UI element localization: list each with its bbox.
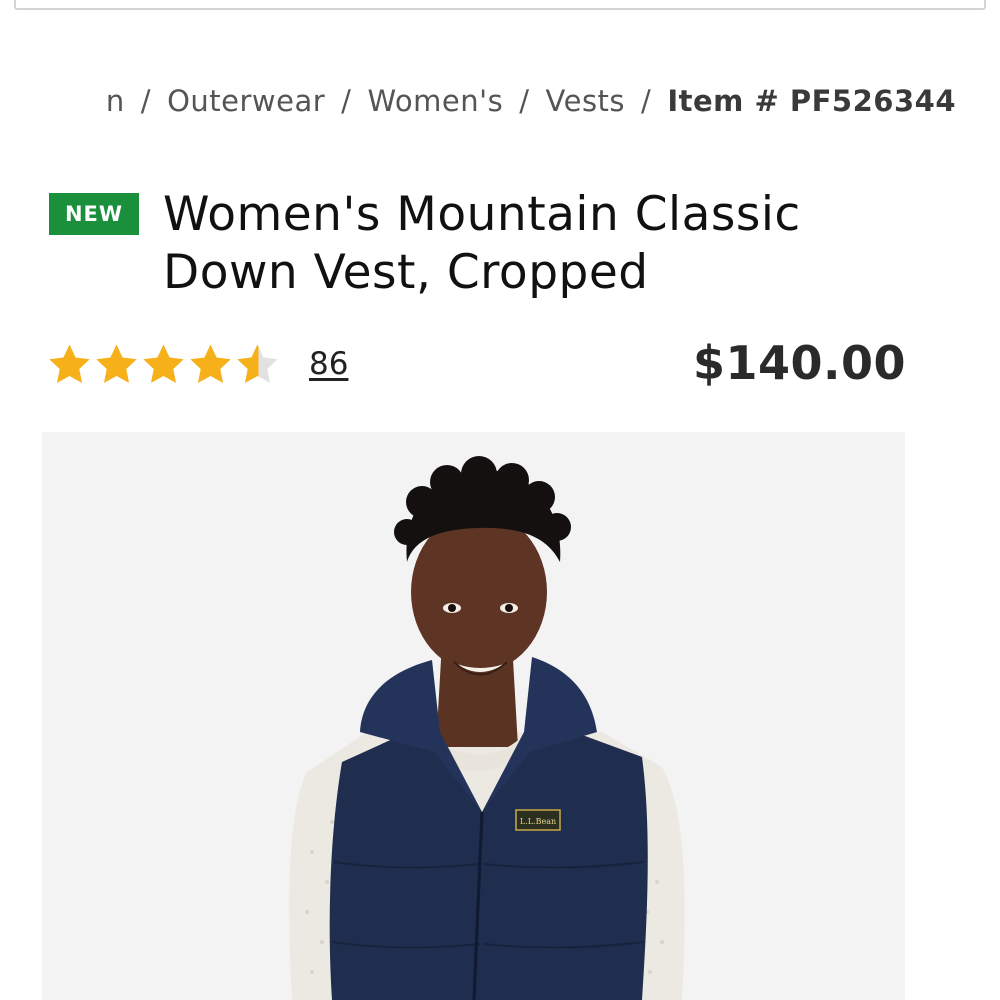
star-icon-4 xyxy=(190,344,231,383)
breadcrumb-item-womens[interactable]: Women's xyxy=(367,84,503,118)
product-title-line-1: Women's Mountain Classic xyxy=(163,187,801,242)
model-wearing-vest-illustration: L.L.Bean xyxy=(42,432,905,1000)
breadcrumb: n / Outerwear / Women's / Vests / Item #… xyxy=(0,78,1000,124)
vest-logo-text: L.L.Bean xyxy=(520,817,556,826)
half-star-icon xyxy=(237,344,278,383)
breadcrumb-item-number: Item # PF526344 xyxy=(667,84,956,118)
breadcrumb-separator: / xyxy=(641,84,652,118)
search-bar[interactable] xyxy=(14,0,986,10)
product-page: n / Outerwear / Women's / Vests / Item #… xyxy=(0,0,1000,1000)
rating-stars xyxy=(46,341,281,388)
star-icon-2 xyxy=(96,344,137,383)
product-price: $140.00 xyxy=(692,336,906,390)
breadcrumb-item-outerwear[interactable]: Outerwear xyxy=(167,84,325,118)
product-title-line-2: Down Vest, Cropped xyxy=(163,245,649,300)
breadcrumb-separator: / xyxy=(519,84,530,118)
product-rating[interactable]: 86 xyxy=(46,338,348,390)
new-badge: NEW xyxy=(49,193,139,235)
breadcrumb-item-vests[interactable]: Vests xyxy=(546,84,626,118)
breadcrumb-separator: / xyxy=(140,84,152,118)
breadcrumb-separator: / xyxy=(341,84,352,118)
review-count-link[interactable]: 86 xyxy=(309,346,348,382)
star-icon-3 xyxy=(143,344,184,383)
product-image[interactable]: L.L.Bean xyxy=(42,432,905,1000)
breadcrumb-item-truncated[interactable]: n xyxy=(106,84,125,118)
product-title: Women's Mountain Classic Down Vest, Crop… xyxy=(163,186,963,302)
star-icon-1 xyxy=(49,344,90,383)
